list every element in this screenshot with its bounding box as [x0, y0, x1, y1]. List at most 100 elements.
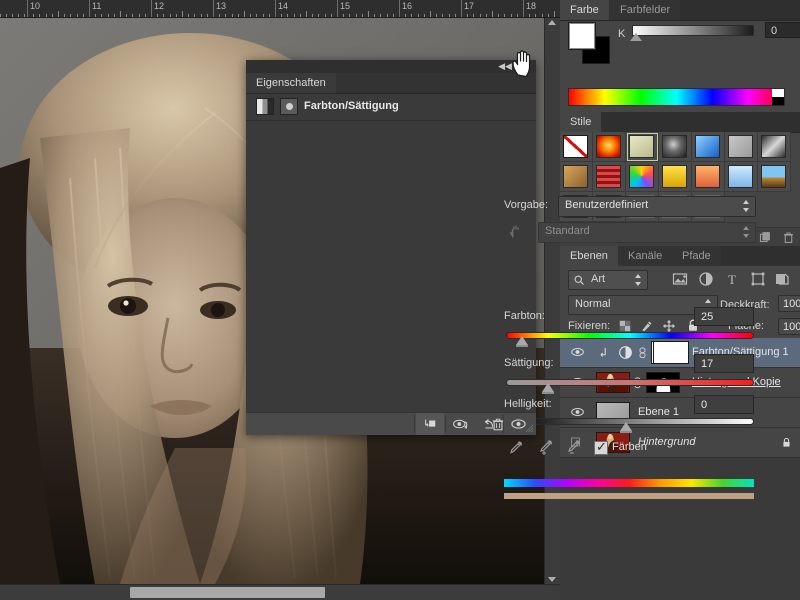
style-swatch[interactable]	[692, 162, 725, 192]
lightness-slider-knob[interactable]	[620, 422, 632, 433]
style-blue-sky	[695, 135, 720, 158]
delete-adjustment-button[interactable]	[732, 413, 760, 435]
clip-to-layer-button[interactable]	[416, 413, 444, 435]
collapse-panel-button[interactable]: ◀◀	[496, 60, 514, 73]
ruler-tick	[479, 14, 481, 17]
color-spectrum-ramp[interactable]	[568, 88, 785, 106]
fill-value[interactable]: 100%	[778, 318, 800, 335]
channel-select[interactable]: Standard	[538, 222, 756, 243]
eyedropper-subtract-icon[interactable]	[566, 439, 582, 455]
ruler-major-tick	[275, 0, 276, 17]
close-panel-button[interactable]: ✕	[516, 60, 534, 73]
saturation-slider-knob[interactable]	[542, 383, 554, 394]
tab-ebenen[interactable]: Ebenen	[560, 246, 618, 266]
style-swatch[interactable]	[659, 132, 692, 162]
toggle-preview-button[interactable]	[447, 413, 475, 435]
style-swatch[interactable]	[725, 132, 758, 162]
ruler-tick	[144, 14, 146, 17]
saturation-value-field[interactable]: 17	[694, 354, 754, 373]
tab-pfade[interactable]: Pfade	[672, 246, 721, 266]
preset-select[interactable]: Benutzerdefiniert	[558, 196, 756, 217]
style-swatch[interactable]	[626, 132, 659, 162]
adjustment-preset-icon[interactable]	[280, 98, 298, 115]
new-style-icon[interactable]	[758, 231, 771, 244]
lightness-value-field[interactable]: 0	[694, 395, 754, 414]
tab-farbfelder[interactable]: Farbfelder	[610, 0, 681, 20]
style-swatch[interactable]	[692, 132, 725, 162]
ruler-tick	[157, 14, 159, 17]
smartobject-filter-icon[interactable]	[774, 271, 790, 287]
layer-name[interactable]: Ebene 1	[638, 406, 679, 418]
hue-slider-knob[interactable]	[516, 336, 528, 347]
ruler-tick	[120, 11, 121, 17]
style-swatch[interactable]	[560, 132, 593, 162]
layers-panel-tabbar: Ebenen Kanäle Pfade	[560, 246, 800, 267]
ruler-major-tick	[27, 0, 28, 17]
ruler-tick	[206, 14, 208, 17]
none-style	[563, 135, 588, 158]
delete-icon[interactable]	[491, 417, 505, 432]
ruler-tick	[45, 14, 47, 17]
hue-slider-track[interactable]	[506, 332, 754, 339]
on-image-adjust-icon[interactable]	[507, 223, 524, 240]
checkmark-icon: ✓	[596, 439, 607, 454]
tab-farbe[interactable]: Farbe	[560, 0, 609, 20]
tab-stile[interactable]: Stile	[560, 112, 602, 132]
style-swatch[interactable]	[626, 162, 659, 192]
shape-filter-icon[interactable]	[750, 271, 766, 287]
layer-visibility-icon[interactable]	[570, 406, 585, 418]
resize-grip-icon[interactable]	[525, 424, 534, 433]
tab-eigenschaften[interactable]: Eigenschaften	[246, 73, 336, 93]
adjustment-filter-icon[interactable]	[698, 271, 714, 287]
eyedropper-add-icon[interactable]	[538, 439, 554, 455]
ruler-major-tick	[151, 0, 152, 17]
scroll-up-arrow-icon[interactable]	[548, 20, 556, 25]
link-mask-icon[interactable]	[638, 347, 648, 359]
clip-to-layer-icon	[425, 419, 436, 427]
k-channel-ramp[interactable]	[632, 25, 754, 36]
k-value-field[interactable]: 0	[765, 22, 800, 38]
ruler-tick	[535, 14, 537, 17]
style-swatch[interactable]	[593, 132, 626, 162]
horizontal-ruler[interactable]: 10 11 12 13 14 15 16 17 18	[0, 0, 560, 18]
layer-row[interactable]: Farbton/Sättigung 1	[560, 338, 800, 368]
style-swatch[interactable]	[659, 162, 692, 192]
layer-visibility-icon[interactable]	[570, 346, 585, 358]
layer-filter-select[interactable]: Art	[568, 270, 648, 290]
style-swatch[interactable]	[560, 162, 593, 192]
style-swatch[interactable]	[758, 132, 791, 162]
ruler-tick	[423, 14, 425, 17]
style-swatch[interactable]	[725, 162, 758, 192]
ruler-label: 15	[340, 1, 351, 11]
ruler-tick	[138, 14, 140, 17]
ruler-tick	[293, 14, 295, 17]
layer-filter-spinner-icon[interactable]	[635, 274, 642, 286]
lock-position-icon[interactable]	[662, 319, 676, 333]
image-filter-icon[interactable]	[672, 271, 688, 287]
lock-transparent-icon[interactable]	[618, 319, 632, 333]
eyedropper-icon[interactable]	[508, 439, 524, 455]
spectrum-white-black-swatch[interactable]	[772, 89, 784, 105]
horizontal-scroll-thumb[interactable]	[130, 587, 325, 598]
horizontal-scrollbar[interactable]	[0, 584, 545, 600]
vertical-scrollbar[interactable]	[544, 18, 560, 584]
layer-locked-icon	[781, 436, 792, 449]
preset-value: Benutzerdefiniert	[565, 199, 649, 211]
preset-spinner-icon[interactable]	[743, 200, 750, 212]
ruler-tick	[101, 14, 103, 17]
style-swatch[interactable]	[593, 162, 626, 192]
scroll-down-arrow-icon[interactable]	[548, 577, 556, 582]
foreground-color-swatch[interactable]	[568, 22, 596, 50]
opacity-value[interactable]: 100%	[778, 295, 800, 312]
layer-mask-thumbnail[interactable]	[653, 341, 689, 364]
colorize-checkbox[interactable]: ✓	[594, 439, 608, 455]
properties-titlebar[interactable]: ◀◀ ✕	[246, 60, 536, 73]
type-filter-icon[interactable]: T	[724, 271, 740, 287]
k-channel-slider-knob[interactable]	[630, 33, 642, 41]
channel-spinner-icon[interactable]	[743, 226, 750, 238]
hue-value-field[interactable]: 25	[694, 307, 754, 326]
tab-kanaele[interactable]: Kanäle	[618, 246, 673, 266]
delete-style-icon[interactable]	[782, 231, 795, 244]
lock-image-icon[interactable]	[640, 319, 654, 333]
style-swatch[interactable]	[758, 162, 791, 192]
